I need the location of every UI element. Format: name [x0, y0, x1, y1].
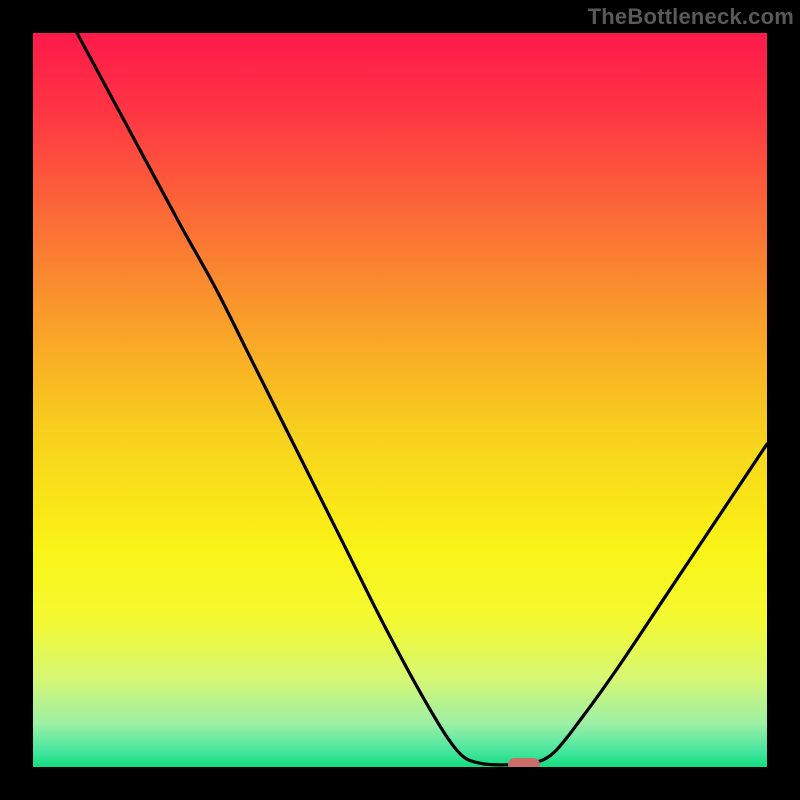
- plot-area: [33, 33, 767, 767]
- chart-frame: TheBottleneck.com: [0, 0, 800, 800]
- optimal-marker: [508, 758, 540, 767]
- watermark-text: TheBottleneck.com: [588, 4, 794, 30]
- bottleneck-curve: [33, 33, 767, 767]
